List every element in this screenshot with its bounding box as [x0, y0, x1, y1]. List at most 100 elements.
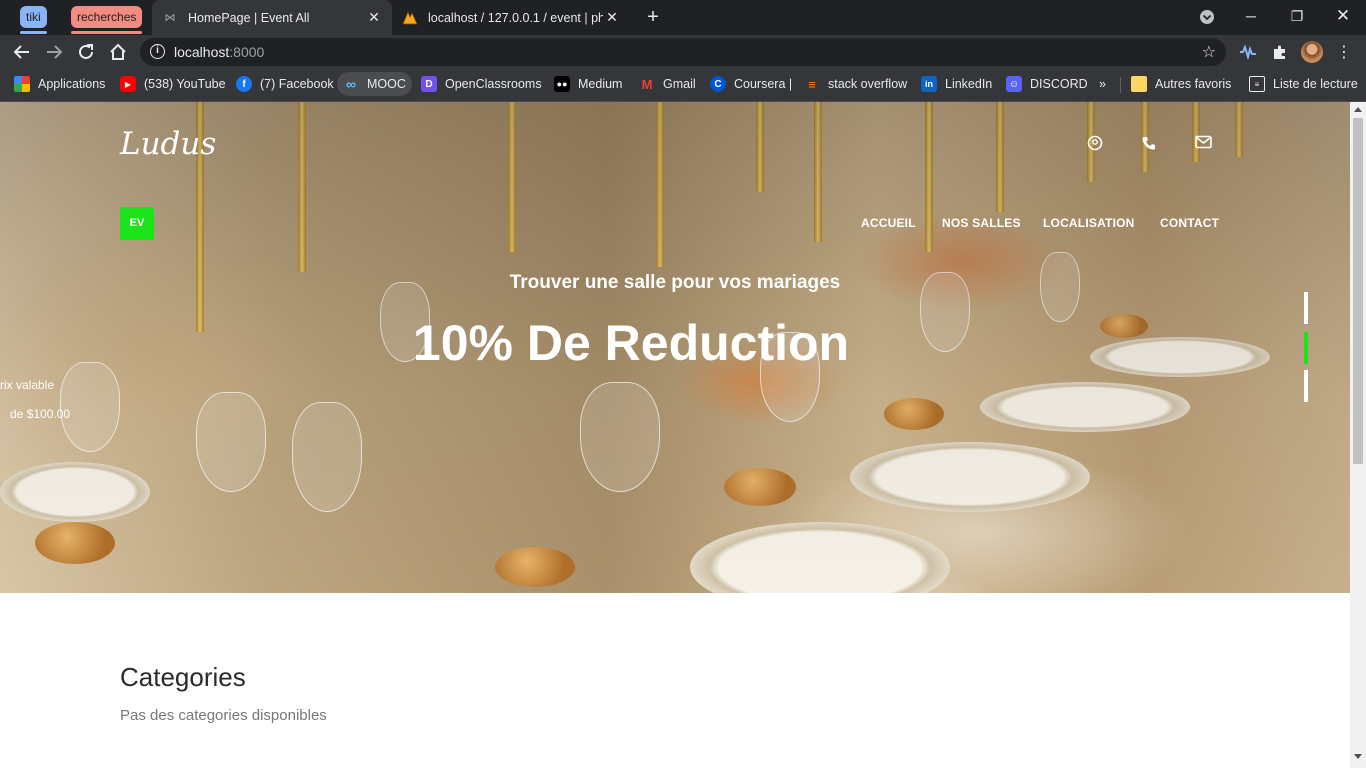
back-arrow-icon	[13, 45, 29, 59]
bookmark-label: Coursera |	[734, 77, 793, 91]
restore-button[interactable]: ❐	[1274, 0, 1320, 35]
bookmark-star-icon[interactable]: ☆	[1202, 42, 1216, 62]
infinity-icon: ∞	[346, 76, 356, 92]
bookmark-label: (538) YouTube	[144, 77, 226, 91]
bookmark-other-favorites[interactable]: Autres favoris	[1131, 69, 1231, 99]
hero-headline: 10% De Reduction	[412, 315, 850, 371]
hero-side-text-2: de $100.00	[10, 407, 71, 421]
categories-section: Categories Pas des categories disponible…	[120, 662, 327, 724]
categories-title: Categories	[120, 662, 246, 692]
mail-icon[interactable]	[1195, 135, 1212, 151]
facebook-icon: f	[236, 76, 252, 92]
slider-indicator-2[interactable]	[1304, 332, 1308, 364]
tab-group-label: recherches	[77, 10, 137, 24]
scrollbar-thumb[interactable]	[1353, 118, 1363, 464]
minimize-button[interactable]: ─	[1228, 0, 1274, 35]
bookmark-mooc[interactable]: ∞ MOOC	[337, 72, 412, 96]
nav-localisation[interactable]: LOCALISATION	[1043, 216, 1135, 230]
bookmark-applications[interactable]: Applications	[14, 69, 105, 99]
url-port: :8000	[229, 44, 265, 60]
hero-subtitle: Trouver une salle pour vos mariages	[509, 272, 841, 293]
bookmark-facebook[interactable]: f (7) Facebook	[236, 69, 334, 99]
openclassrooms-icon: D	[421, 76, 437, 92]
user-icon[interactable]	[1087, 135, 1103, 151]
close-tab-icon[interactable]: ✕	[366, 9, 382, 25]
browser-menu-icon[interactable]: ⋮	[1334, 42, 1354, 62]
extension-waveform-icon[interactable]	[1238, 42, 1258, 62]
tab-group-label: tiki	[26, 10, 41, 24]
hero-side-text-1: rix valable	[0, 378, 55, 392]
bookmarks-overflow-button[interactable]: »	[1099, 69, 1106, 99]
bookmark-openclassrooms[interactable]: D OpenClassrooms	[421, 69, 542, 99]
forward-arrow-icon	[47, 45, 63, 59]
hero-banner: Ludus EV ACCUEIL NOS SALLES LOCALISATION…	[0, 102, 1350, 593]
bookmark-linkedin[interactable]: in LinkedIn	[921, 69, 992, 99]
bookmark-stackoverflow[interactable]: ≡ stack overflow	[804, 69, 907, 99]
forward-button[interactable]	[41, 39, 67, 65]
tab-group-underline	[20, 31, 47, 34]
coursera-icon: C	[710, 76, 726, 92]
stackoverflow-icon: ≡	[808, 76, 816, 92]
home-button[interactable]	[105, 39, 131, 65]
ev-badge[interactable]: EV	[120, 207, 154, 240]
back-button[interactable]	[9, 39, 35, 65]
bookmark-gmail[interactable]: M Gmail	[639, 69, 696, 99]
tab-search-button[interactable]	[1184, 0, 1230, 35]
tab-group-underline	[71, 31, 143, 34]
site-info-icon[interactable]: i	[150, 44, 165, 59]
folder-icon	[1131, 76, 1147, 92]
site-logo[interactable]: Ludus	[120, 126, 216, 162]
slider-indicator-1[interactable]	[1304, 292, 1308, 324]
extensions-puzzle-icon[interactable]	[1270, 42, 1290, 62]
categories-empty-message: Pas des categories disponibles	[120, 707, 327, 724]
bookmark-youtube[interactable]: ▶ (538) YouTube	[120, 69, 226, 99]
scroll-up-arrow-icon[interactable]	[1354, 107, 1362, 112]
nav-accueil[interactable]: ACCUEIL	[861, 216, 916, 230]
bookmark-label: Liste de lecture	[1273, 77, 1358, 91]
slider-indicator-3[interactable]	[1304, 370, 1308, 402]
bookmarks-divider	[1120, 77, 1121, 93]
bookmark-label: MOOC	[367, 77, 406, 91]
bookmark-coursera[interactable]: C Coursera |	[710, 69, 792, 99]
gmail-icon: M	[641, 76, 653, 92]
bookmark-label: Gmail	[663, 77, 696, 91]
browser-toolbar: i localhost:8000 ☆ ⋮	[0, 35, 1366, 69]
tab-group-tiki[interactable]: tiki	[20, 6, 47, 34]
bookmark-label: LinkedIn	[945, 77, 993, 91]
youtube-icon: ▶	[120, 76, 136, 92]
nav-nos-salles[interactable]: NOS SALLES	[942, 216, 1021, 230]
bookmark-discord[interactable]: ☺ DISCORD	[1006, 69, 1088, 99]
tab-homepage[interactable]: ⋈ HomePage | Event All ✕	[152, 0, 392, 35]
bookmark-label: Medium	[578, 77, 623, 91]
bookmarks-bar: Applications ▶ (538) YouTube f (7) Faceb…	[0, 69, 1366, 102]
bookmark-label: Autres favoris	[1155, 77, 1232, 91]
tab-title: HomePage | Event All	[188, 10, 310, 25]
close-window-button[interactable]: ✕	[1320, 0, 1366, 35]
scroll-down-arrow-icon[interactable]	[1354, 754, 1362, 759]
nav-contact[interactable]: CONTACT	[1160, 216, 1219, 230]
tab-group-recherches[interactable]: recherches	[71, 6, 143, 34]
reading-list-icon: ≡	[1249, 76, 1265, 92]
reading-list-button[interactable]: ≡ Liste de lecture	[1249, 69, 1358, 99]
profile-avatar[interactable]	[1301, 41, 1323, 63]
reload-icon	[79, 44, 93, 59]
address-bar[interactable]: i localhost:8000 ☆	[140, 38, 1226, 66]
close-tab-icon[interactable]: ✕	[604, 9, 620, 25]
bookmark-label: OpenClassrooms	[445, 77, 542, 91]
url-text[interactable]: localhost:8000	[174, 44, 264, 60]
reload-button[interactable]	[73, 39, 99, 65]
discord-icon: ☺	[1006, 76, 1022, 92]
bookmark-medium[interactable]: ●● Medium	[554, 69, 622, 99]
url-host: localhost	[174, 44, 230, 60]
tab-phpmyadmin[interactable]: localhost / 127.0.0.1 / event | php ✕	[392, 0, 630, 35]
linkedin-icon: in	[921, 76, 937, 92]
phone-icon[interactable]	[1141, 135, 1157, 151]
bookmark-label: (7) Facebook	[260, 77, 334, 91]
bookmark-label: Applications	[38, 77, 106, 91]
home-icon	[110, 43, 126, 60]
phpmyadmin-favicon-icon	[402, 10, 418, 26]
overflow-label: »	[1099, 77, 1106, 91]
page-scrollbar[interactable]	[1350, 102, 1366, 768]
apps-grid-icon	[14, 76, 30, 92]
new-tab-button[interactable]: +	[642, 6, 664, 28]
